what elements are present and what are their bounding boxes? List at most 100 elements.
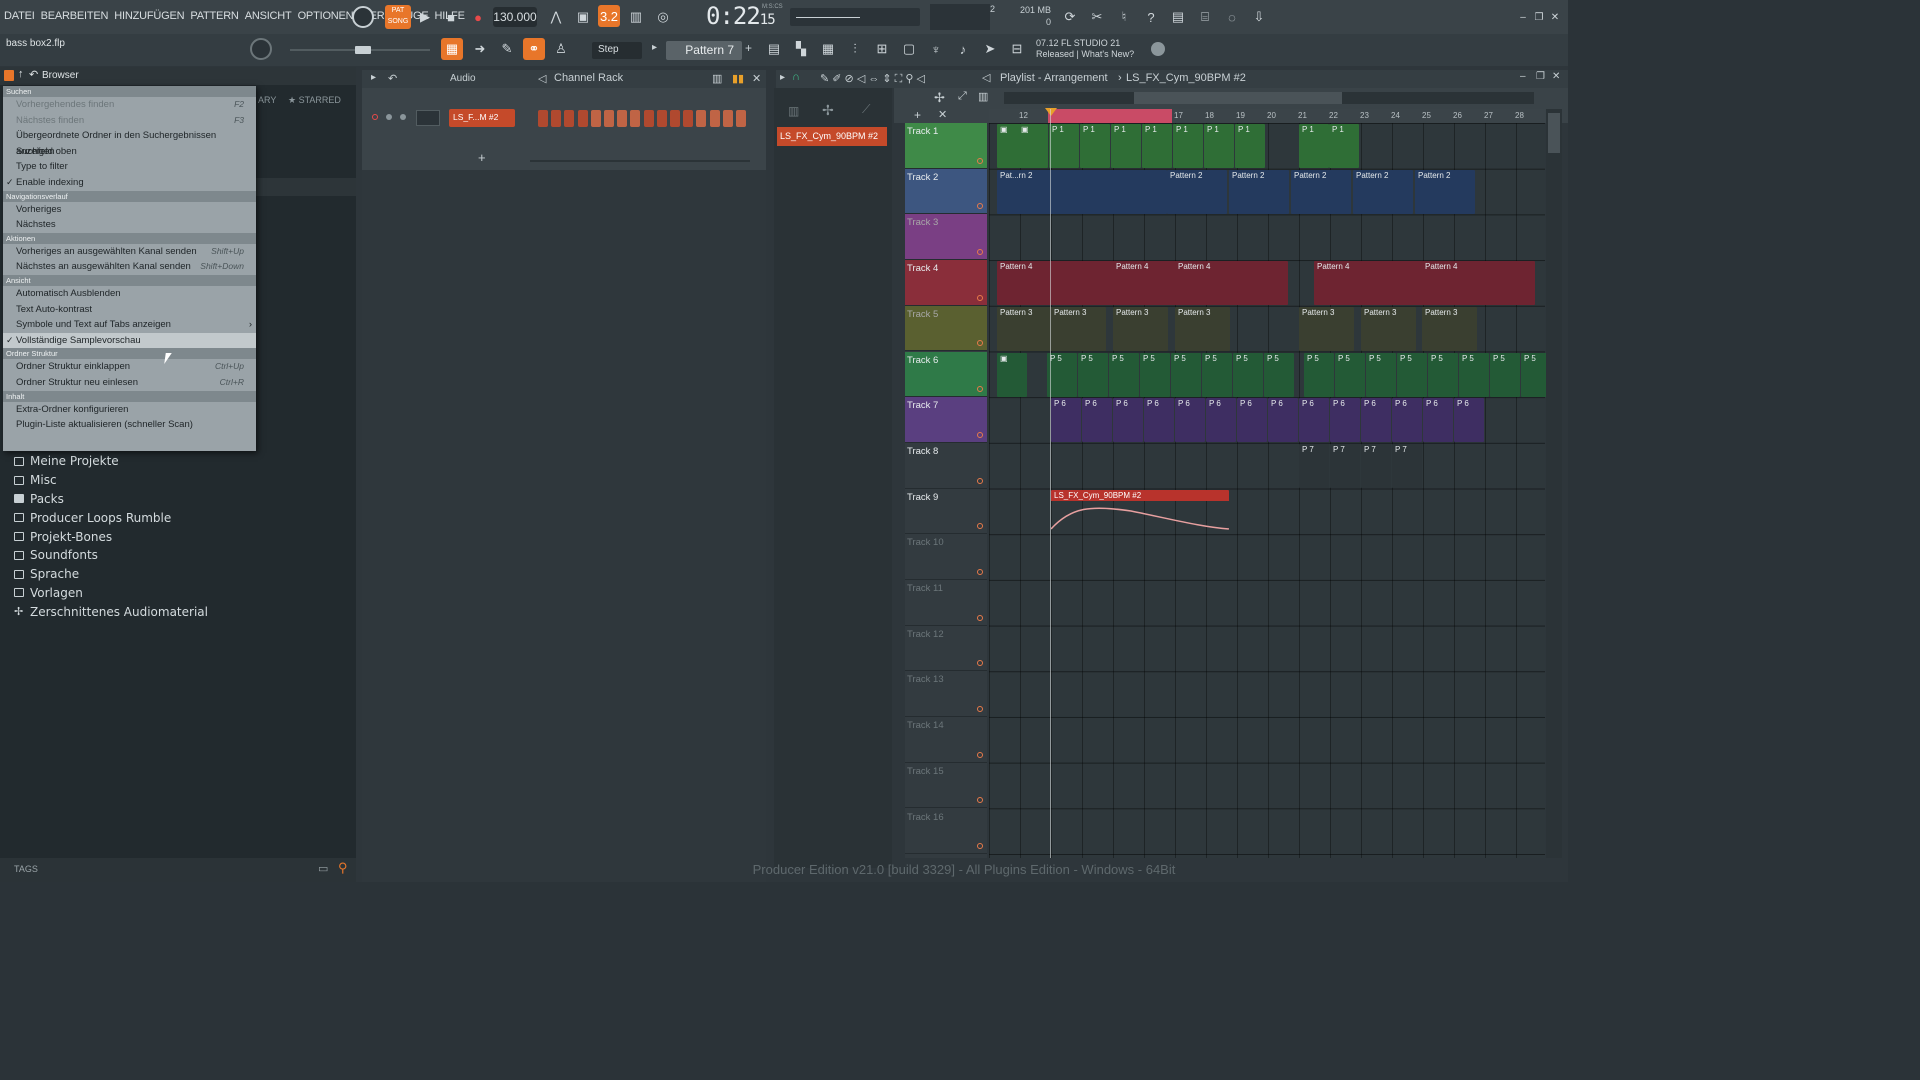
- playlist-clip[interactable]: P 7: [1392, 443, 1422, 488]
- channel-mixer-track[interactable]: [416, 110, 440, 126]
- step-button[interactable]: [590, 110, 601, 127]
- menu-option[interactable]: Ordner Struktur einklappen Ctrl+Up: [3, 359, 256, 375]
- playlist-vertical-scroll[interactable]: [1546, 109, 1562, 858]
- record-icon[interactable]: ●: [467, 6, 489, 28]
- playlist-clip[interactable]: P 5: [1335, 352, 1365, 397]
- countdown-icon[interactable]: 3.2: [598, 5, 620, 27]
- piano-roll-icon[interactable]: ▚: [790, 38, 812, 60]
- playlist-clip[interactable]: P 5: [1233, 352, 1263, 397]
- track-header[interactable]: Track 11: [905, 580, 987, 626]
- menu-option[interactable]: Automatisch Ausblenden: [3, 286, 256, 302]
- playlist-clip[interactable]: P 6: [1268, 398, 1298, 443]
- menu-option[interactable]: Vorhergehendes finden F2: [3, 97, 256, 113]
- mixer-icon[interactable]: ⫶: [844, 38, 866, 60]
- playlist-clip[interactable]: P 5: [1428, 352, 1458, 397]
- playlist-clip[interactable]: P 6: [1206, 398, 1236, 443]
- step-button[interactable]: [709, 110, 720, 127]
- playlist-clip[interactable]: Pattern 2: [1291, 169, 1351, 214]
- picker-audio-icon[interactable]: ✢: [822, 102, 834, 119]
- playlist-clip[interactable]: P 5: [1304, 352, 1334, 397]
- track-header[interactable]: Track 9: [905, 488, 987, 535]
- main-pitch-knob[interactable]: [250, 38, 272, 60]
- playlist-clip[interactable]: P 7: [1299, 443, 1329, 488]
- track-header[interactable]: Track 7: [905, 397, 987, 443]
- pattern-prev-icon[interactable]: ▸: [652, 42, 657, 53]
- slider-handle[interactable]: [355, 46, 371, 54]
- search-icon[interactable]: ⚲: [338, 860, 348, 876]
- tree-folder[interactable]: Meine Projekte: [14, 452, 344, 471]
- playlist-clip[interactable]: P 5: [1366, 352, 1396, 397]
- track-header[interactable]: Track 15: [905, 762, 987, 809]
- menu-option[interactable]: Nächstes finden F3: [3, 113, 256, 129]
- playlist-clip[interactable]: P 1: [1173, 124, 1203, 168]
- plugin-icon[interactable]: ♆: [925, 38, 947, 60]
- track-record-icon[interactable]: [977, 523, 983, 530]
- cut-icon[interactable]: ✂: [1086, 6, 1108, 28]
- tree-folder[interactable]: Producer Loops Rumble: [14, 508, 344, 527]
- metronome-icon[interactable]: ⋀: [545, 6, 567, 28]
- add-channel-button[interactable]: +: [478, 150, 486, 165]
- track-header[interactable]: Track 4: [905, 260, 987, 306]
- folder-icon[interactable]: ▭: [318, 862, 328, 875]
- project-icon[interactable]: ▢: [898, 38, 920, 60]
- menu-option[interactable]: Nächstes an ausgewählten Kanal senden Shi…: [3, 259, 256, 275]
- playlist-clip[interactable]: P 6: [1144, 398, 1174, 443]
- move-icon[interactable]: ✢: [934, 90, 945, 106]
- step-button[interactable]: [604, 110, 614, 127]
- tree-folder[interactable]: Misc: [14, 471, 344, 490]
- playlist-clip[interactable]: ▣: [997, 352, 1027, 397]
- pat-song-toggle[interactable]: PAT SONG: [385, 5, 411, 29]
- tree-folder[interactable]: Soundfonts: [14, 546, 344, 565]
- loop-region[interactable]: [1048, 109, 1172, 123]
- track-record-icon[interactable]: [977, 340, 983, 347]
- step-button[interactable]: [722, 110, 733, 127]
- step-button[interactable]: [538, 110, 548, 127]
- tree-folder[interactable]: Vorlagen: [14, 584, 344, 603]
- playlist-clip[interactable]: P 1: [1329, 124, 1359, 168]
- grid-icon[interactable]: ▥: [978, 90, 988, 103]
- step-button[interactable]: [736, 110, 746, 127]
- arrow-icon[interactable]: ➜: [469, 38, 491, 60]
- menu-item-datei[interactable]: DATEI: [4, 10, 35, 22]
- playlist-clip[interactable]: P 1: [1299, 124, 1329, 168]
- channel-rack-icon[interactable]: ▦: [817, 38, 839, 60]
- playhead-marker-icon[interactable]: [1045, 108, 1057, 116]
- draw-tools[interactable]: ✎ ✐ ⊘ ◁ ⇔ ⇕ ⛶ ⚲ ◁: [820, 72, 925, 86]
- graph-icon[interactable]: ▥: [712, 72, 722, 85]
- picker-automation-icon[interactable]: ⟋: [862, 102, 870, 117]
- tempo-display[interactable]: 130.000: [493, 7, 537, 27]
- menu-option[interactable]: Nächstes: [3, 217, 256, 233]
- track-header[interactable]: Track 16: [905, 808, 987, 855]
- track-record-icon[interactable]: [977, 203, 983, 210]
- playlist-clip[interactable]: P 6: [1423, 398, 1453, 443]
- browser-up-icon[interactable]: ↑: [18, 68, 24, 80]
- playlist-clip[interactable]: P 5: [1078, 352, 1108, 397]
- news-panel[interactable]: 07.12 FL STUDIO 21 Released | What's New…: [1036, 38, 1134, 60]
- close-icon[interactable]: ✕: [1544, 6, 1566, 28]
- step-button[interactable]: [551, 110, 562, 127]
- menu-option[interactable]: Ordner Struktur neu einlesen Ctrl+R: [3, 375, 256, 391]
- track-record-icon[interactable]: [977, 386, 983, 393]
- step-button[interactable]: [696, 110, 707, 127]
- step-button[interactable]: [643, 110, 654, 127]
- menu-item-pattern[interactable]: PATTERN: [190, 10, 239, 22]
- rack-arrow-icon[interactable]: ▸: [371, 72, 376, 83]
- playlist-clip[interactable]: P 5: [1109, 352, 1139, 397]
- channel-button[interactable]: LS_F...M #2: [449, 109, 515, 127]
- playlist-clip[interactable]: P 5: [1202, 352, 1232, 397]
- channel-pan-knob[interactable]: [386, 114, 392, 120]
- channel-volume-knob[interactable]: [400, 114, 406, 120]
- playlist-clip[interactable]: P 5: [1047, 352, 1077, 397]
- playlist-maximize-icon[interactable]: ❐: [1536, 71, 1545, 82]
- wait-input-icon[interactable]: ▣: [572, 6, 594, 28]
- master-volume-knob[interactable]: [352, 6, 374, 28]
- track-header[interactable]: Track 3: [905, 214, 987, 261]
- track-header[interactable]: Track 10: [905, 534, 987, 580]
- track-record-icon[interactable]: [977, 660, 983, 667]
- picker-pattern-icon[interactable]: ▥: [788, 104, 799, 118]
- browser-back-icon[interactable]: ↶: [29, 68, 38, 81]
- playlist-clip[interactable]: LS_FX_Cym_90BPM #2: [1051, 489, 1229, 530]
- microphone-icon[interactable]: ♮: [1113, 6, 1135, 28]
- track-header[interactable]: Track 2: [905, 168, 987, 215]
- step-button[interactable]: [630, 110, 641, 127]
